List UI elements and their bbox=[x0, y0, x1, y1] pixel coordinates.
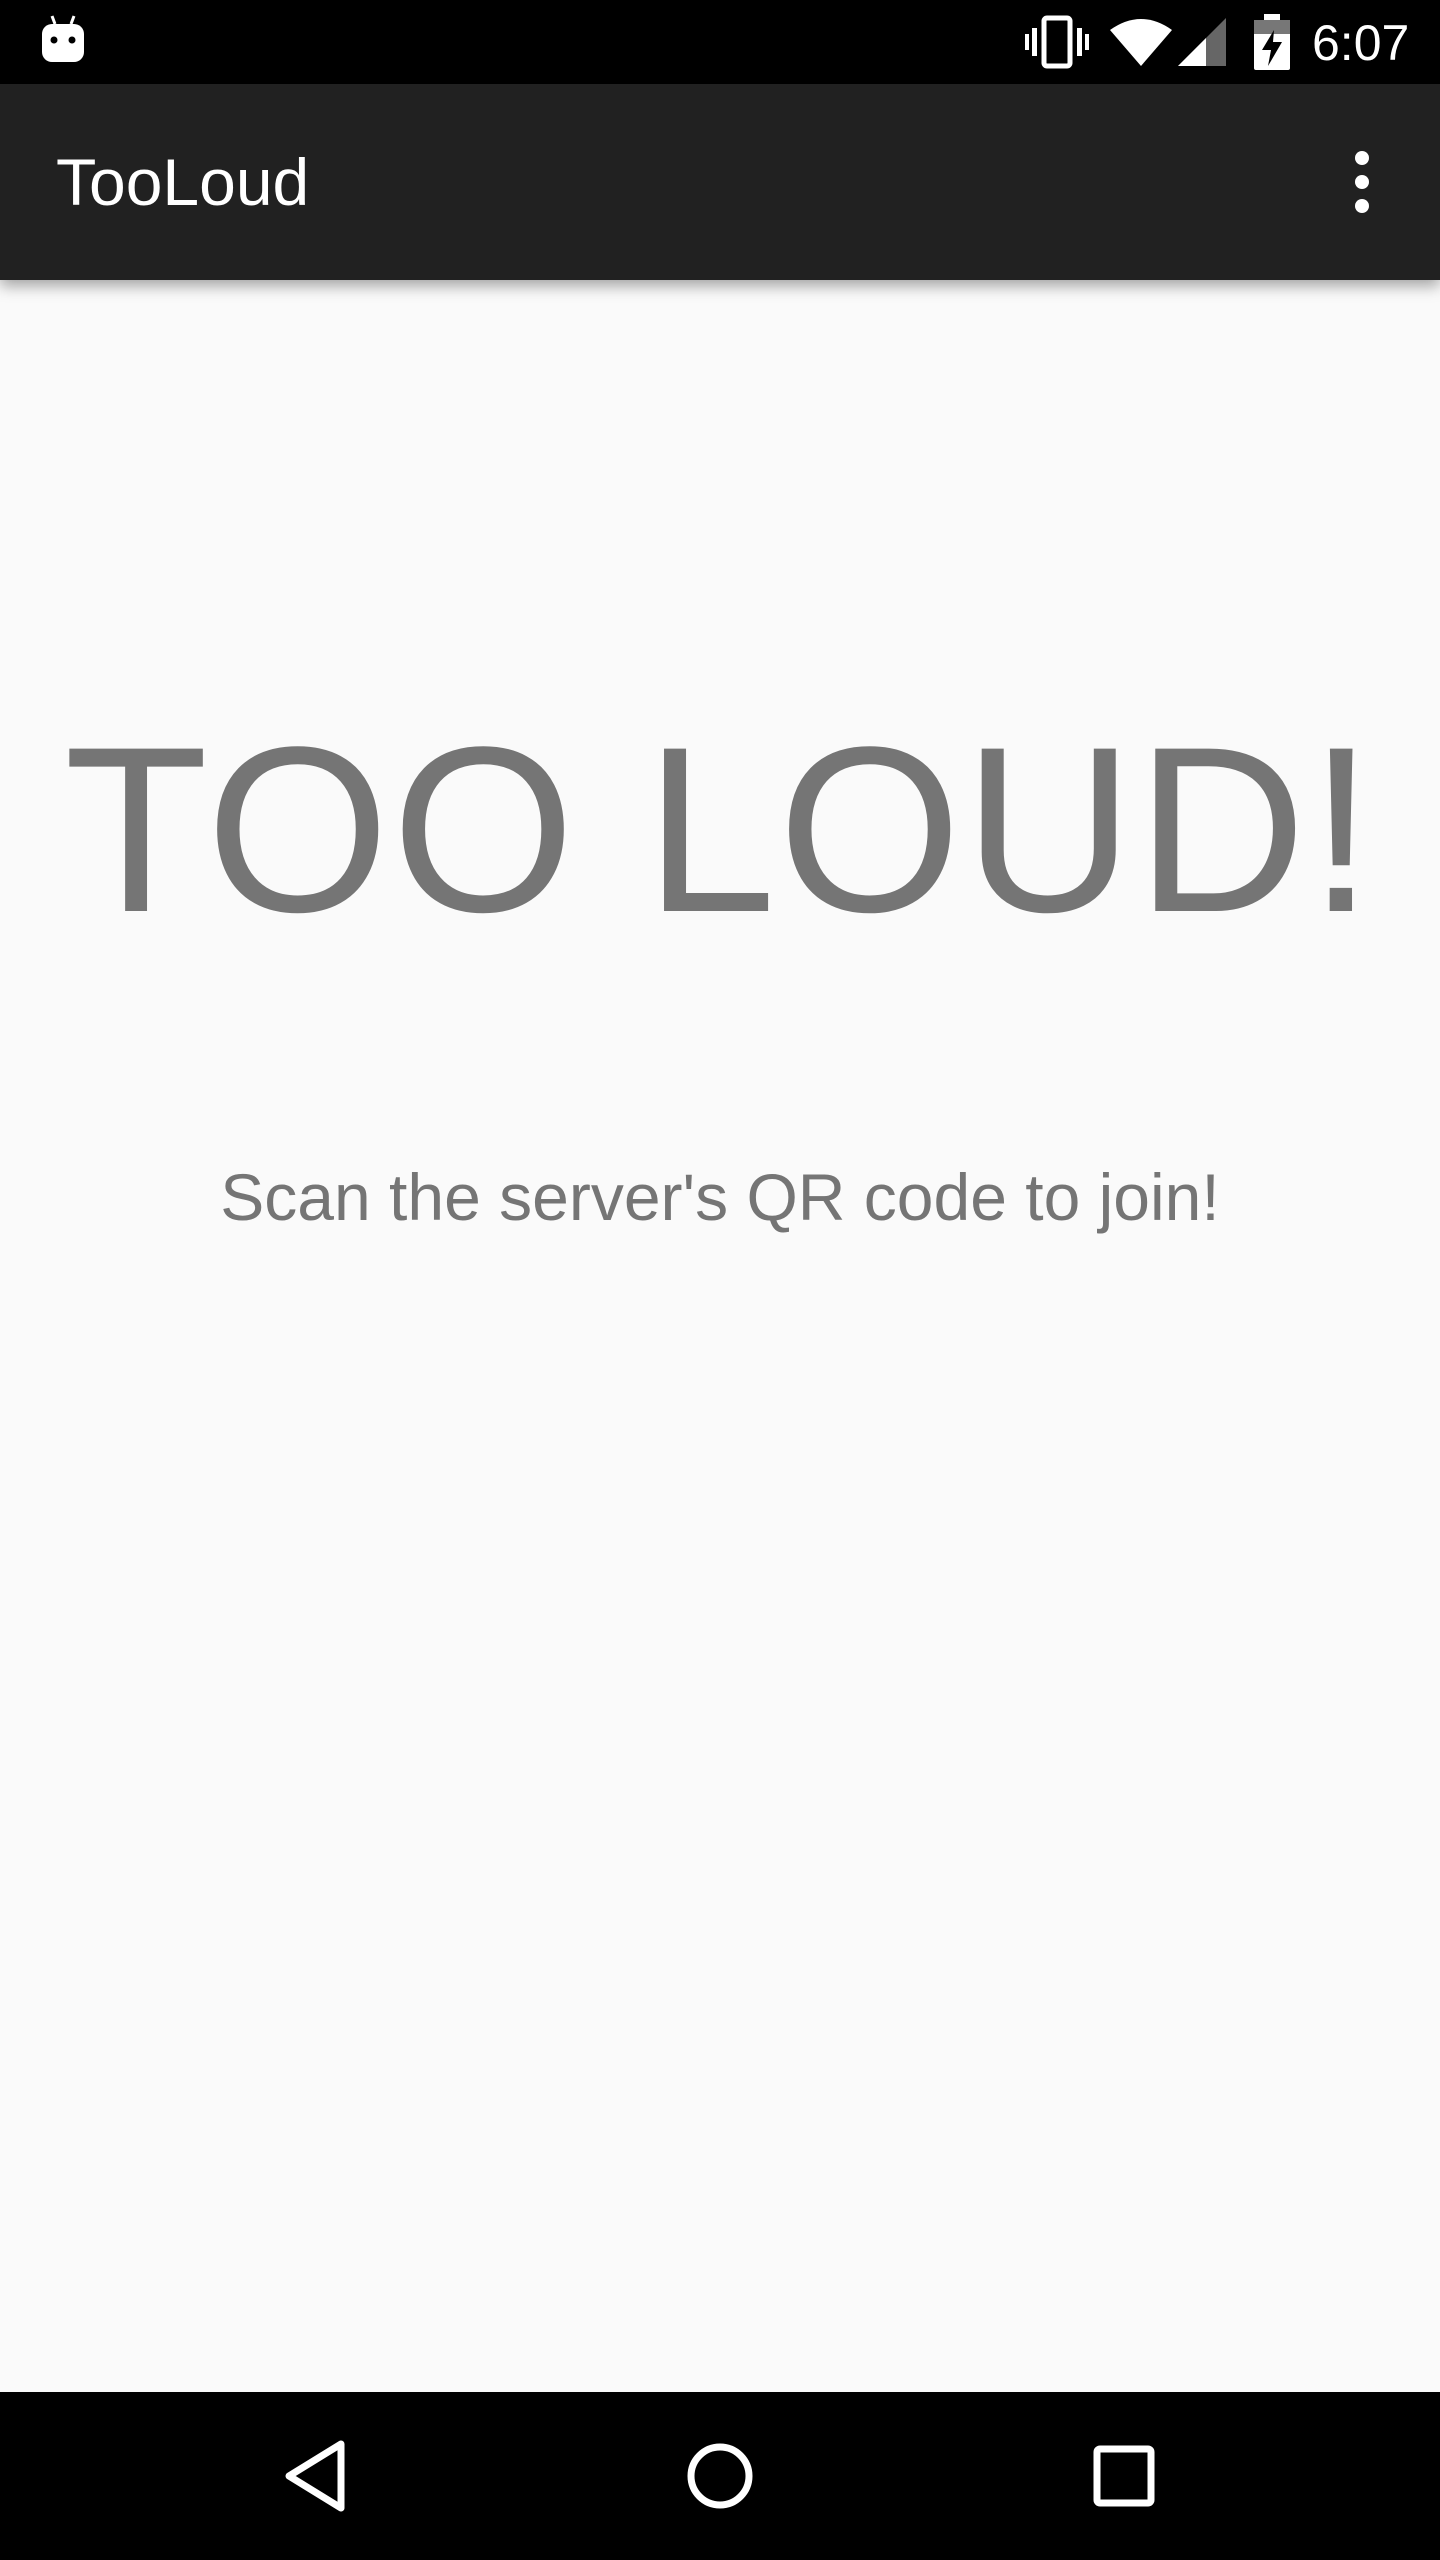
recents-button[interactable] bbox=[1074, 2426, 1174, 2526]
app-title: TooLoud bbox=[56, 145, 310, 219]
scan-instruction: Scan the server's QR code to join! bbox=[220, 1160, 1220, 1234]
android-notification-icon bbox=[42, 15, 84, 62]
cell-signal-icon bbox=[1178, 18, 1226, 66]
more-vert-icon bbox=[1355, 151, 1369, 213]
back-icon bbox=[285, 2440, 345, 2512]
navigation-bar bbox=[0, 2392, 1440, 2560]
vibrate-icon bbox=[1025, 15, 1089, 69]
battery-charging-icon bbox=[1254, 14, 1290, 70]
overflow-menu-button[interactable] bbox=[1330, 142, 1394, 222]
too-loud-headline: TOO LOUD! bbox=[64, 698, 1376, 962]
wifi-icon bbox=[1110, 19, 1172, 66]
status-clock: 6:07 bbox=[1312, 15, 1410, 71]
home-button[interactable] bbox=[670, 2426, 770, 2526]
status-bar: 6:07 bbox=[0, 0, 1440, 84]
main-content: TOO LOUD! Scan the server's QR code to j… bbox=[0, 280, 1440, 2392]
back-button[interactable] bbox=[266, 2426, 366, 2526]
recents-icon bbox=[1093, 2445, 1155, 2507]
home-icon bbox=[687, 2443, 753, 2509]
app-bar: TooLoud bbox=[0, 84, 1440, 280]
